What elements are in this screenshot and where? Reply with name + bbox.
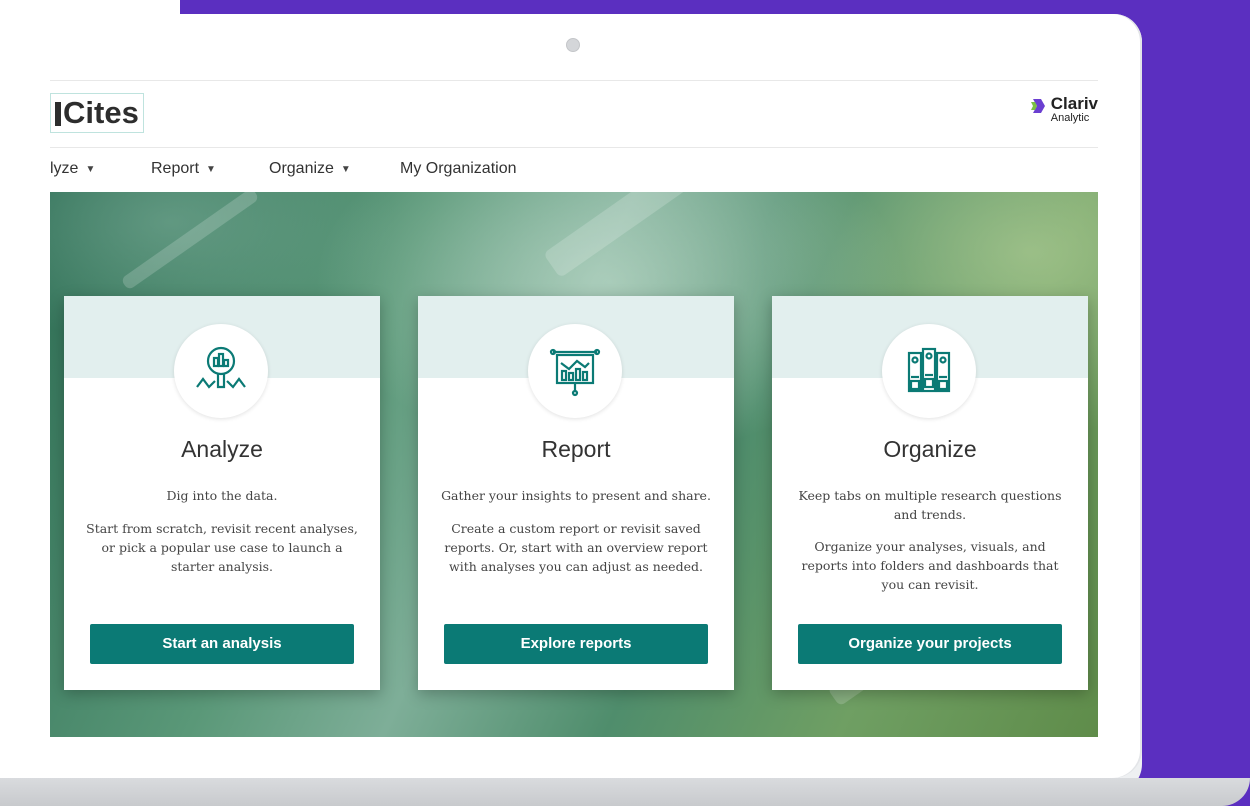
report-card: Report Gather your insights to present a… bbox=[418, 296, 734, 690]
nav-item-my-organization[interactable]: My Organization bbox=[400, 160, 517, 178]
magnifier-chart-icon bbox=[174, 324, 268, 418]
caret-down-icon: ▼ bbox=[340, 163, 351, 175]
nav-item-report[interactable]: Report ▼ bbox=[151, 160, 216, 178]
analyze-card: Analyze Dig into the data. Start from sc… bbox=[64, 296, 380, 690]
presentation-board-icon bbox=[528, 324, 622, 418]
nav-item-label: Organize bbox=[269, 160, 334, 177]
binders-icon bbox=[882, 324, 976, 418]
nav-item-label: My Organization bbox=[400, 160, 517, 177]
hero-banner: Analyze Dig into the data. Start from sc… bbox=[50, 192, 1098, 737]
card-description: Create a custom report or revisit saved … bbox=[444, 521, 708, 574]
nav-item-organize[interactable]: Organize ▼ bbox=[269, 160, 351, 178]
hero-streak bbox=[543, 192, 757, 279]
laptop-frame: Cites Clariv Analytic lyze ▼ Report ▼ Or… bbox=[0, 14, 1142, 794]
card-description: Organize your analyses, visuals, and rep… bbox=[801, 539, 1059, 592]
card-title: Organize bbox=[883, 436, 977, 462]
nav-item-label: Report bbox=[151, 160, 200, 177]
hero-streak bbox=[120, 192, 260, 291]
app-header: Cites Clariv Analytic bbox=[50, 80, 1098, 148]
organize-projects-button[interactable]: Organize your projects bbox=[798, 624, 1062, 664]
brand-name: Clariv bbox=[1050, 94, 1098, 113]
laptop-base bbox=[0, 778, 1250, 806]
card-description: Start from scratch, revisit recent analy… bbox=[86, 521, 358, 574]
organize-card: Organize Keep tabs on multiple research … bbox=[772, 296, 1088, 690]
camera-icon bbox=[566, 38, 580, 52]
app-logo-text: Cites bbox=[63, 95, 139, 130]
laptop-screen: Cites Clariv Analytic lyze ▼ Report ▼ Or… bbox=[0, 14, 1142, 778]
card-lead: Keep tabs on multiple research questions… bbox=[798, 488, 1062, 522]
app-logo[interactable]: Cites bbox=[50, 93, 144, 133]
caret-down-icon: ▼ bbox=[85, 163, 96, 175]
caret-down-icon: ▼ bbox=[206, 163, 216, 175]
nav-item-label: lyze bbox=[50, 160, 79, 177]
card-title: Analyze bbox=[181, 436, 263, 462]
nav-item-analyze[interactable]: lyze ▼ bbox=[50, 160, 95, 178]
card-lead: Dig into the data. bbox=[166, 488, 278, 503]
explore-reports-button[interactable]: Explore reports bbox=[444, 624, 708, 664]
clarivate-logo[interactable]: Clariv Analytic bbox=[1030, 95, 1098, 124]
brand-subtitle: Analytic bbox=[1050, 112, 1090, 124]
start-analysis-button[interactable]: Start an analysis bbox=[90, 624, 354, 664]
card-title: Report bbox=[541, 436, 611, 462]
card-lead: Gather your insights to present and shar… bbox=[441, 488, 711, 503]
clarivate-mark-icon bbox=[1030, 99, 1045, 113]
